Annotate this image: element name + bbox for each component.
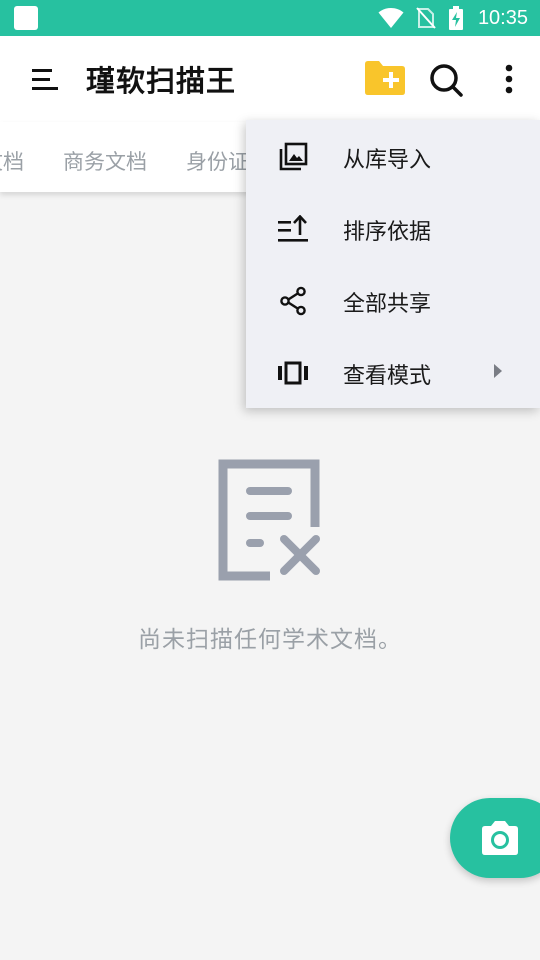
app-bar: 瑾软扫描王 [0, 36, 540, 122]
clock: 10:35 [477, 6, 528, 29]
gallery-icon [279, 142, 308, 171]
new-folder-button[interactable] [362, 58, 408, 98]
folder-add-icon [365, 61, 405, 95]
sort-icon [278, 215, 308, 242]
menu-item-label: 排序依据 [343, 220, 432, 245]
menu-item-label: 全部共享 [343, 292, 432, 317]
menu-item-label: 从库导入 [343, 148, 432, 173]
share-icon [280, 286, 306, 316]
status-icons: 10:35 [378, 0, 528, 36]
menu-item-import-from-gallery[interactable]: 从库导入 [246, 120, 540, 192]
status-bar: 10:35 [0, 0, 540, 36]
menu-item-share-all[interactable]: 全部共享 [246, 264, 540, 336]
more-vertical-icon [505, 64, 513, 94]
notification-icon [14, 6, 38, 30]
tab-id-card[interactable]: 身份证 [186, 146, 249, 176]
search-icon [430, 64, 463, 97]
wifi-icon [378, 8, 404, 28]
empty-state-message: 尚未扫描任何学术文档。 [138, 627, 402, 653]
menu-item-sort-by[interactable]: 排序依据 [246, 192, 540, 264]
menu-button[interactable] [26, 60, 64, 98]
submenu-arrow-icon [494, 364, 502, 378]
no-sim-icon [416, 7, 436, 29]
menu-item-label: 查看模式 [343, 364, 432, 389]
search-button[interactable] [426, 60, 466, 100]
empty-document-icon [218, 459, 320, 581]
battery-charging-icon [448, 6, 463, 30]
view-mode-icon [278, 361, 308, 385]
camera-icon [482, 821, 518, 855]
tab-documents[interactable]: 文档 [0, 146, 24, 176]
tab-business-documents[interactable]: 商务文档 [63, 146, 147, 176]
app-title: 瑾软扫描王 [86, 64, 237, 98]
camera-scan-button[interactable] [450, 798, 540, 878]
menu-icon [32, 69, 58, 90]
overflow-menu: 从库导入 排序依据 全部共享 查看模式 [246, 120, 540, 408]
more-options-button[interactable] [496, 60, 522, 100]
menu-item-view-mode[interactable]: 查看模式 [246, 336, 540, 408]
